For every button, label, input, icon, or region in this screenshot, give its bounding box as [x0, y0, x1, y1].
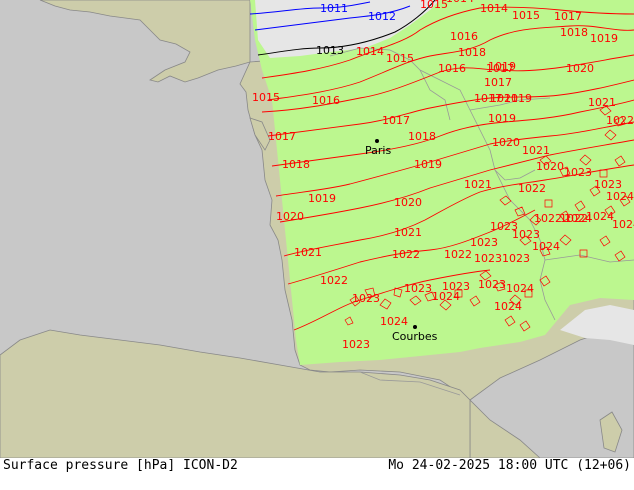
isobar-label: 1020	[492, 136, 520, 149]
city-label-paris: Paris	[365, 144, 391, 157]
pressure-map: 1011 1012 1013 1014 1014 1015 1015 1016 …	[0, 0, 634, 458]
isobar-label: 1024	[612, 218, 634, 231]
isobar-label: 1021	[464, 178, 492, 191]
isobar-label: 1020	[566, 62, 594, 75]
city-label-courbes: Courbes	[392, 330, 438, 343]
isobar-label: 1018	[282, 158, 310, 171]
isobar-label: 1015	[252, 91, 280, 104]
isobar-label: 1018	[458, 46, 486, 59]
isobar-label: 1024	[432, 290, 460, 303]
isobar-label: 1024	[606, 190, 634, 203]
isobar-label: 1021	[522, 144, 550, 157]
isobar-label: 1016	[312, 94, 340, 107]
isobar-label-1012: 1012	[368, 10, 396, 23]
isobar-label: 1016	[438, 62, 466, 75]
isobar-label: 1020	[394, 196, 422, 209]
isobar-label: 1021	[294, 246, 322, 259]
isobar-label: 1023	[470, 236, 498, 249]
isobar-label-1011: 1011	[320, 2, 348, 15]
isobar-label: 1022	[560, 212, 588, 225]
isobar-label: 1014	[356, 45, 384, 58]
isobar-label: 1021	[588, 96, 616, 109]
isobar-label: 1022	[606, 114, 634, 127]
isobar-label: 1022	[534, 212, 562, 225]
isobar-label: 1019	[414, 158, 442, 171]
map-view[interactable]: 1011 1012 1013 1014 1014 1015 1015 1016 …	[0, 0, 634, 458]
isobar-label: 1015	[420, 0, 448, 11]
isobar-label: 1019	[308, 192, 336, 205]
isobar-label: 1023	[352, 292, 380, 305]
isobar-label-1013: 1013	[316, 44, 344, 57]
isobar-label: 1020	[536, 160, 564, 173]
isobar-label: 1023	[478, 278, 506, 291]
isobar-label: 1023	[404, 282, 432, 295]
isobar-label: 1019	[590, 32, 618, 45]
isobar-label: 1021	[394, 226, 422, 239]
isobar-label: 1024	[380, 315, 408, 328]
isobar-label: 1017	[268, 130, 296, 143]
isobar-label: 1018	[408, 130, 436, 143]
isobar-label: 1019	[488, 60, 516, 73]
isobar-label: 1022	[392, 248, 420, 261]
isobar-label: 1014	[480, 2, 508, 15]
isobar-label: 1023	[342, 338, 370, 351]
isobar-label: 1017	[474, 92, 502, 105]
isobar-label: 1018	[560, 26, 588, 39]
isobar-label: 1024	[494, 300, 522, 313]
isobar-label: 1022	[444, 248, 472, 261]
isobar-label: 1023	[512, 228, 540, 241]
isobar-label: 1014	[446, 0, 474, 5]
valid-time: Mo 24-02-2025 18:00 UTC (12+06)	[388, 458, 631, 473]
isobar-label: 1023	[564, 166, 592, 179]
isobar-label: 1015	[512, 9, 540, 22]
product-title: Surface pressure [hPa] ICON-D2	[3, 458, 238, 473]
isobar-label: 1024	[506, 282, 534, 295]
isobar-label: 1023	[474, 252, 502, 265]
isobar-label: 1015	[386, 52, 414, 65]
isobar-label: 1023	[502, 252, 530, 265]
isobar-label: 1020	[276, 210, 304, 223]
city-marker	[413, 325, 417, 329]
isobar-label: 1017	[554, 10, 582, 23]
footer-bar: Surface pressure [hPa] ICON-D2 Mo 24-02-…	[0, 458, 634, 490]
isobar-label: 1017	[382, 114, 410, 127]
isobar-label: 1017	[484, 76, 512, 89]
city-marker	[375, 139, 379, 143]
isobar-label: 1022	[518, 182, 546, 195]
isobar-label: 1024	[532, 240, 560, 253]
isobar-label: 1019	[488, 112, 516, 125]
isobar-label: 1022	[320, 274, 348, 287]
isobar-label: 1016	[450, 30, 478, 43]
